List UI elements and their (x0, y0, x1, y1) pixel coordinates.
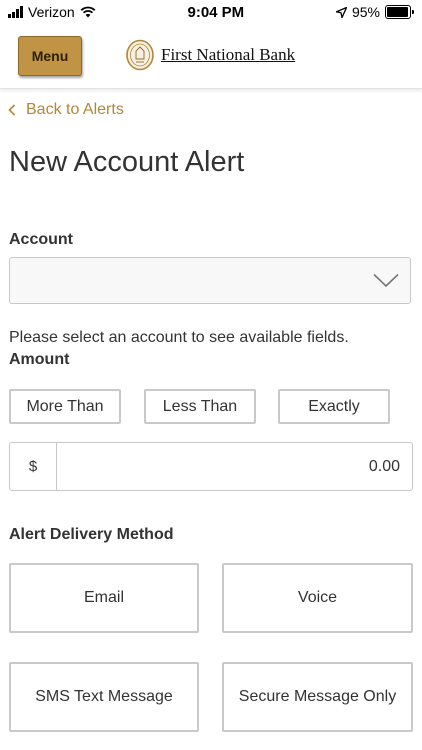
menu-button[interactable]: Menu (18, 36, 82, 76)
exactly-button[interactable]: Exactly (278, 389, 390, 424)
less-than-button[interactable]: Less Than (144, 389, 256, 424)
status-left: Verizon (8, 4, 96, 20)
currency-symbol: $ (10, 443, 57, 490)
amount-field: $ (9, 442, 413, 491)
account-select[interactable] (9, 257, 411, 304)
signal-icon (8, 6, 23, 18)
status-time: 9:04 PM (187, 3, 245, 21)
status-right: 95% (335, 4, 414, 20)
amount-input[interactable] (57, 443, 412, 490)
account-label: Account (9, 231, 73, 248)
battery-icon (385, 5, 414, 19)
delivery-method-label: Alert Delivery Method (9, 526, 174, 543)
bank-logo[interactable]: First National Bank (125, 39, 295, 71)
amount-label: Amount (9, 351, 70, 368)
page-title: New Account Alert (9, 146, 245, 178)
app-header: Menu First National Bank (0, 24, 422, 89)
carrier-name: Verizon (28, 4, 75, 20)
secure-message-only-option[interactable]: Secure Message Only (222, 662, 413, 732)
chevron-down-icon (373, 273, 399, 288)
back-link-label: Back to Alerts (26, 101, 124, 118)
more-than-button[interactable]: More Than (9, 389, 121, 424)
status-bar: Verizon 9:04 PM 95% (0, 0, 422, 24)
bank-name: First National Bank (161, 45, 296, 64)
account-help-text: Please select an account to see availabl… (9, 329, 349, 346)
back-to-alerts-link[interactable]: Back to Alerts (8, 101, 124, 119)
battery-percent: 95% (351, 4, 380, 20)
voice-option[interactable]: Voice (222, 563, 413, 633)
bank-seal-icon (126, 39, 154, 71)
email-option[interactable]: Email (9, 563, 199, 633)
wifi-icon (80, 6, 96, 18)
sms-text-message-option[interactable]: SMS Text Message (9, 662, 199, 732)
battery-fill (387, 7, 408, 17)
location-arrow-icon (335, 6, 347, 18)
chevron-left-icon (8, 104, 16, 116)
